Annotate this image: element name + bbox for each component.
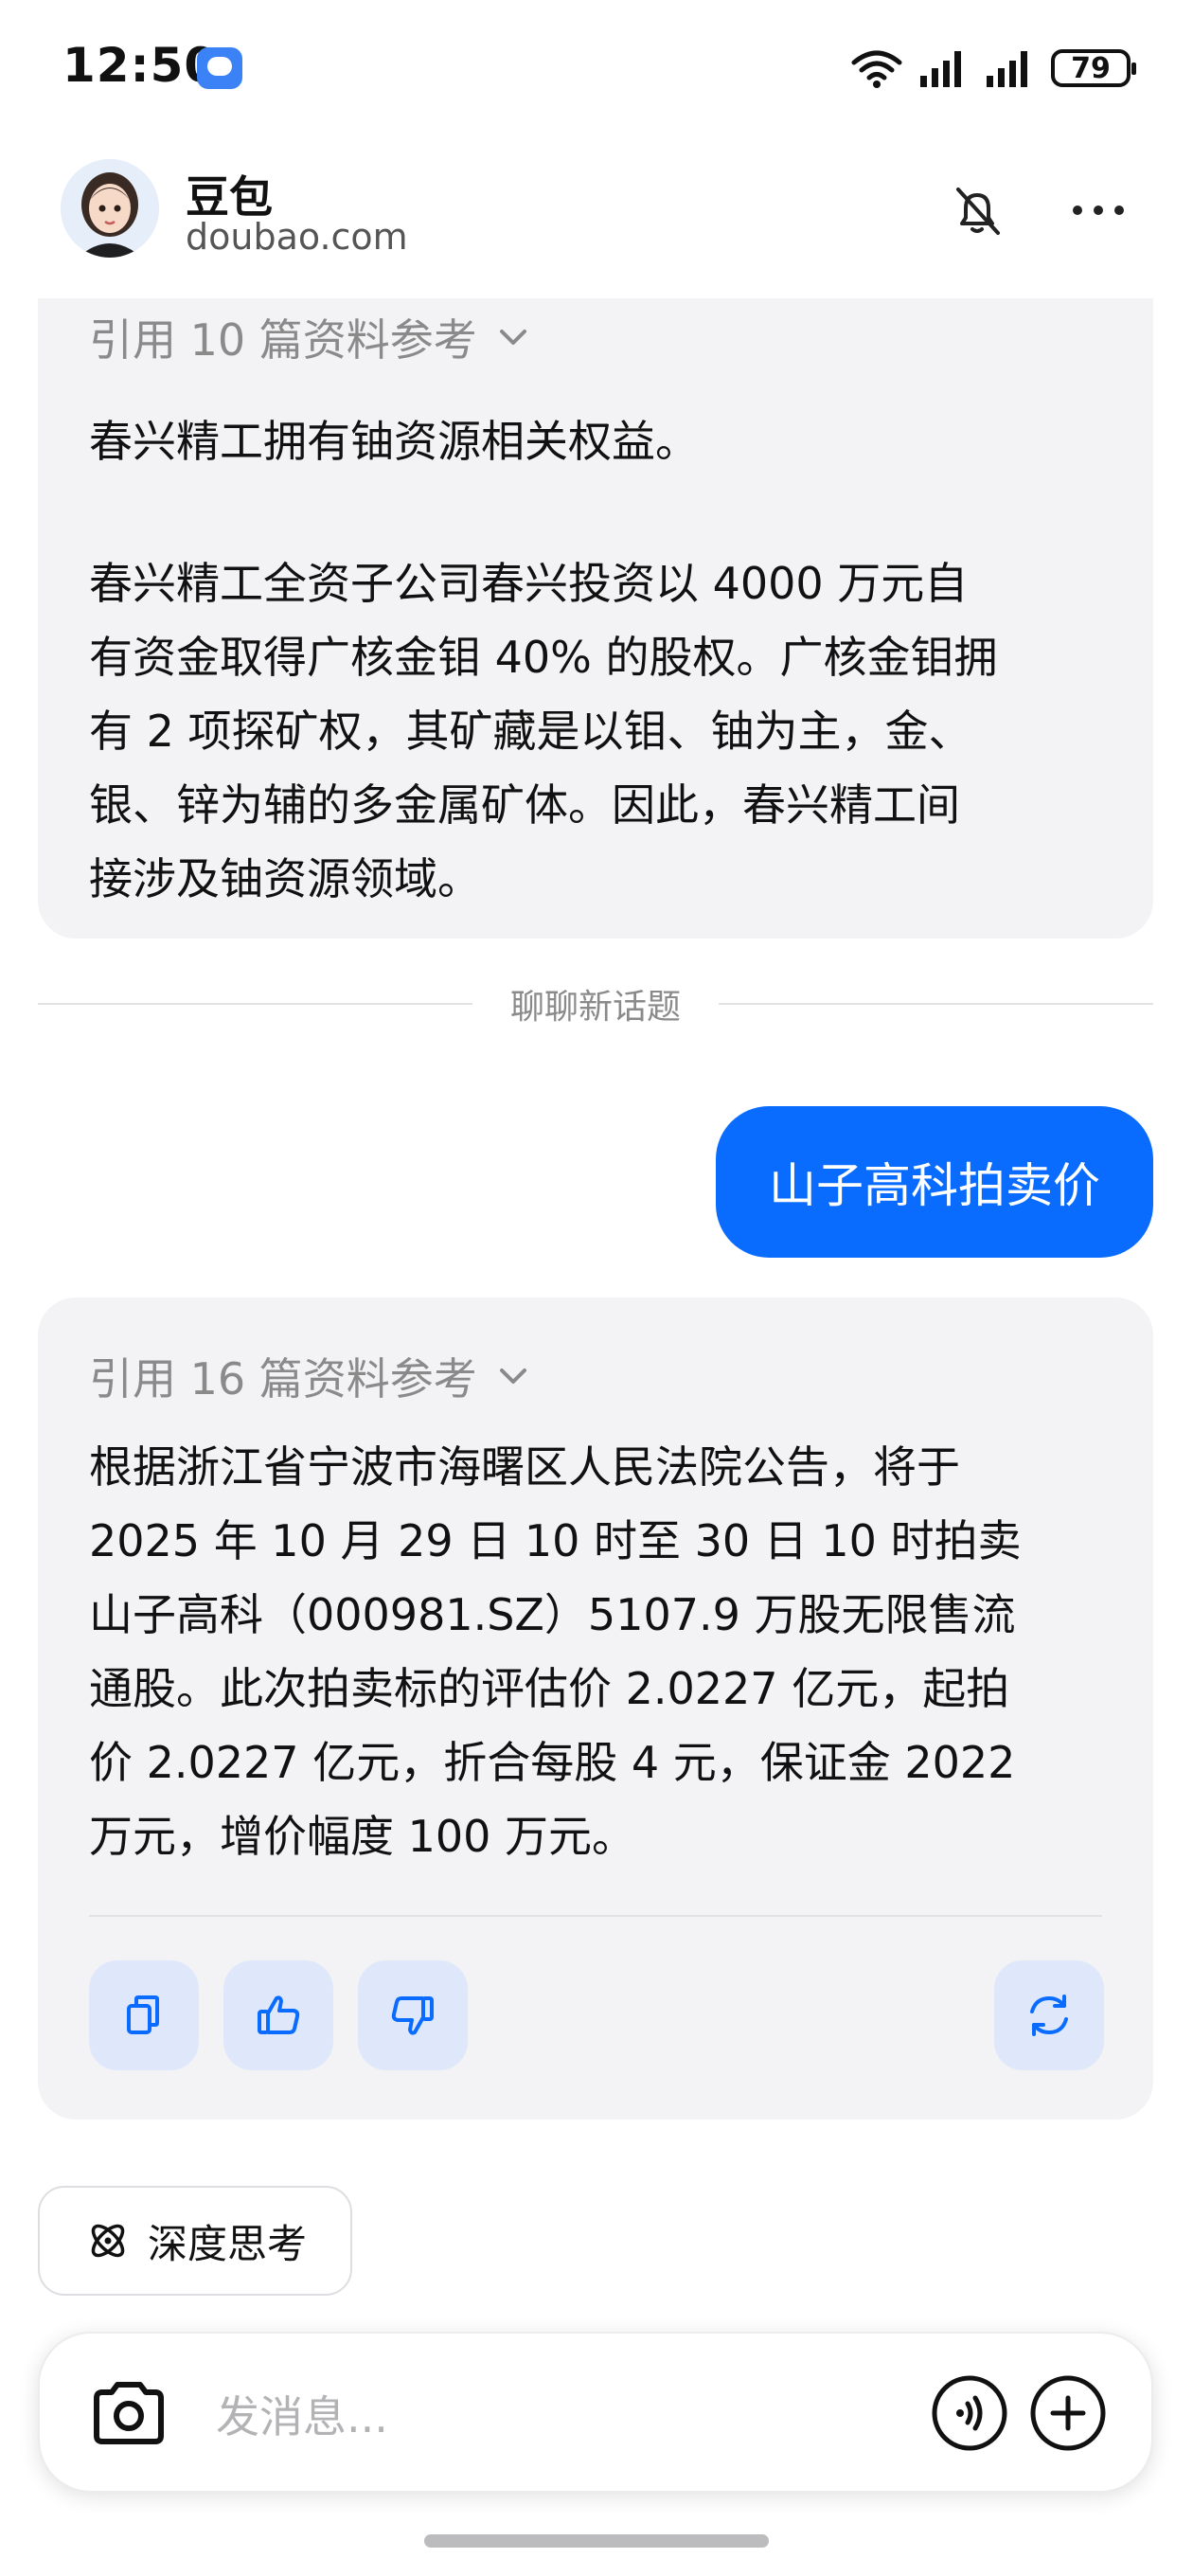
camera-icon — [94, 2382, 164, 2444]
message-badge-icon — [197, 47, 242, 89]
answer-paragraph: 根据浙江省宁波市海曙区人民法院公告，将于 2025 年 10 月 29 日 10… — [89, 1430, 1115, 1873]
answer-line: 根据浙江省宁波市海曙区人民法院公告，将于 — [89, 1441, 960, 1493]
assistant-message-previous: 引用 10 篇资料参考 春兴精工拥有铀资源相关权益。 春兴精工全资子公司春兴投资… — [38, 298, 1153, 939]
deep-think-icon — [91, 2224, 125, 2258]
answer-line: 有资金取得广核金钼 40% 的股权。广核金钼拥 — [89, 632, 998, 683]
camera-button[interactable] — [89, 2375, 169, 2451]
references-label: 引用 16 篇资料参考 — [89, 1353, 477, 1404]
more-options-button[interactable] — [1068, 180, 1129, 241]
plus-icon — [1030, 2375, 1106, 2451]
message-input-bar: 发消息... — [38, 2332, 1153, 2493]
answer-line: 有 2 项探矿权，其矿藏是以钼、铀为主，金、 — [89, 706, 972, 757]
like-button[interactable] — [223, 1960, 333, 2070]
signal-icon — [920, 51, 961, 87]
home-indicator[interactable] — [424, 2534, 769, 2548]
answer-line: 银、锌为辅的多金属矿体。因此，春兴精工间 — [89, 779, 960, 831]
dislike-button[interactable] — [358, 1960, 468, 2070]
status-bar: 12:50 79 — [0, 0, 1193, 142]
answer-line: 接涉及铀资源领域。 — [89, 853, 481, 904]
signal-icon — [987, 51, 1027, 87]
answer-paragraph: 春兴精工拥有铀资源相关权益。 — [89, 416, 699, 467]
battery-indicator: 79 — [1051, 49, 1136, 87]
answer-line: 山子高科（000981.SZ）5107.9 万股无限售流 — [89, 1589, 1016, 1640]
bot-domain: doubao.com — [186, 216, 408, 258]
avatar[interactable] — [61, 159, 159, 258]
mute-button[interactable] — [947, 180, 1007, 241]
add-button[interactable] — [1028, 2373, 1108, 2453]
new-topic-label: 聊聊新话题 — [510, 988, 682, 1027]
voice-icon — [932, 2375, 1007, 2451]
copy-icon — [127, 1995, 159, 2034]
more-icon — [1073, 206, 1124, 215]
chat-header: 豆包 doubao.com — [0, 142, 1193, 298]
mute-icon — [956, 188, 1000, 235]
voice-button[interactable] — [930, 2373, 1009, 2453]
deep-think-button[interactable]: 深度思考 — [38, 2186, 353, 2296]
regenerate-icon — [1030, 1995, 1068, 2036]
references-toggle[interactable]: 引用 10 篇资料参考 — [89, 306, 532, 368]
chevron-down-icon — [499, 330, 526, 345]
status-icons: 79 — [850, 44, 1136, 93]
divider — [89, 1915, 1102, 1917]
answer-line: 价 2.0227 亿元，折合每股 4 元，保证金 2022 — [89, 1737, 1016, 1788]
regenerate-button[interactable] — [994, 1960, 1104, 2070]
references-toggle[interactable]: 引用 16 篇资料参考 — [89, 1345, 532, 1407]
user-message[interactable]: 山子高科拍卖价 — [716, 1106, 1153, 1258]
thumbs-up-icon — [258, 1995, 300, 2034]
new-topic-divider: 聊聊新话题 — [38, 975, 1154, 1032]
answer-line: 2025 年 10 月 29 日 10 时至 30 日 10 时拍卖 — [89, 1515, 1022, 1566]
assistant-message: 引用 16 篇资料参考 根据浙江省宁波市海曙区人民法院公告，将于 2025 年 … — [38, 1297, 1153, 2120]
answer-line: 春兴精工全资子公司春兴投资以 4000 万元自 — [89, 558, 969, 609]
references-label: 引用 10 篇资料参考 — [89, 314, 477, 366]
message-input[interactable]: 发消息... — [216, 2383, 388, 2445]
copy-button[interactable] — [89, 1960, 199, 2070]
thumbs-down-icon — [391, 1996, 434, 2035]
wifi-icon — [851, 50, 902, 88]
answer-paragraph: 春兴精工全资子公司春兴投资以 4000 万元自 有资金取得广核金钼 40% 的股… — [89, 546, 1115, 916]
status-time: 12:50 — [62, 38, 219, 93]
deep-think-label: 深度思考 — [148, 2220, 308, 2267]
answer-line: 通股。此次拍卖标的评估价 2.0227 亿元，起拍 — [89, 1663, 1010, 1714]
chevron-down-icon — [499, 1368, 526, 1384]
answer-line: 万元，增价幅度 100 万元。 — [89, 1811, 636, 1862]
